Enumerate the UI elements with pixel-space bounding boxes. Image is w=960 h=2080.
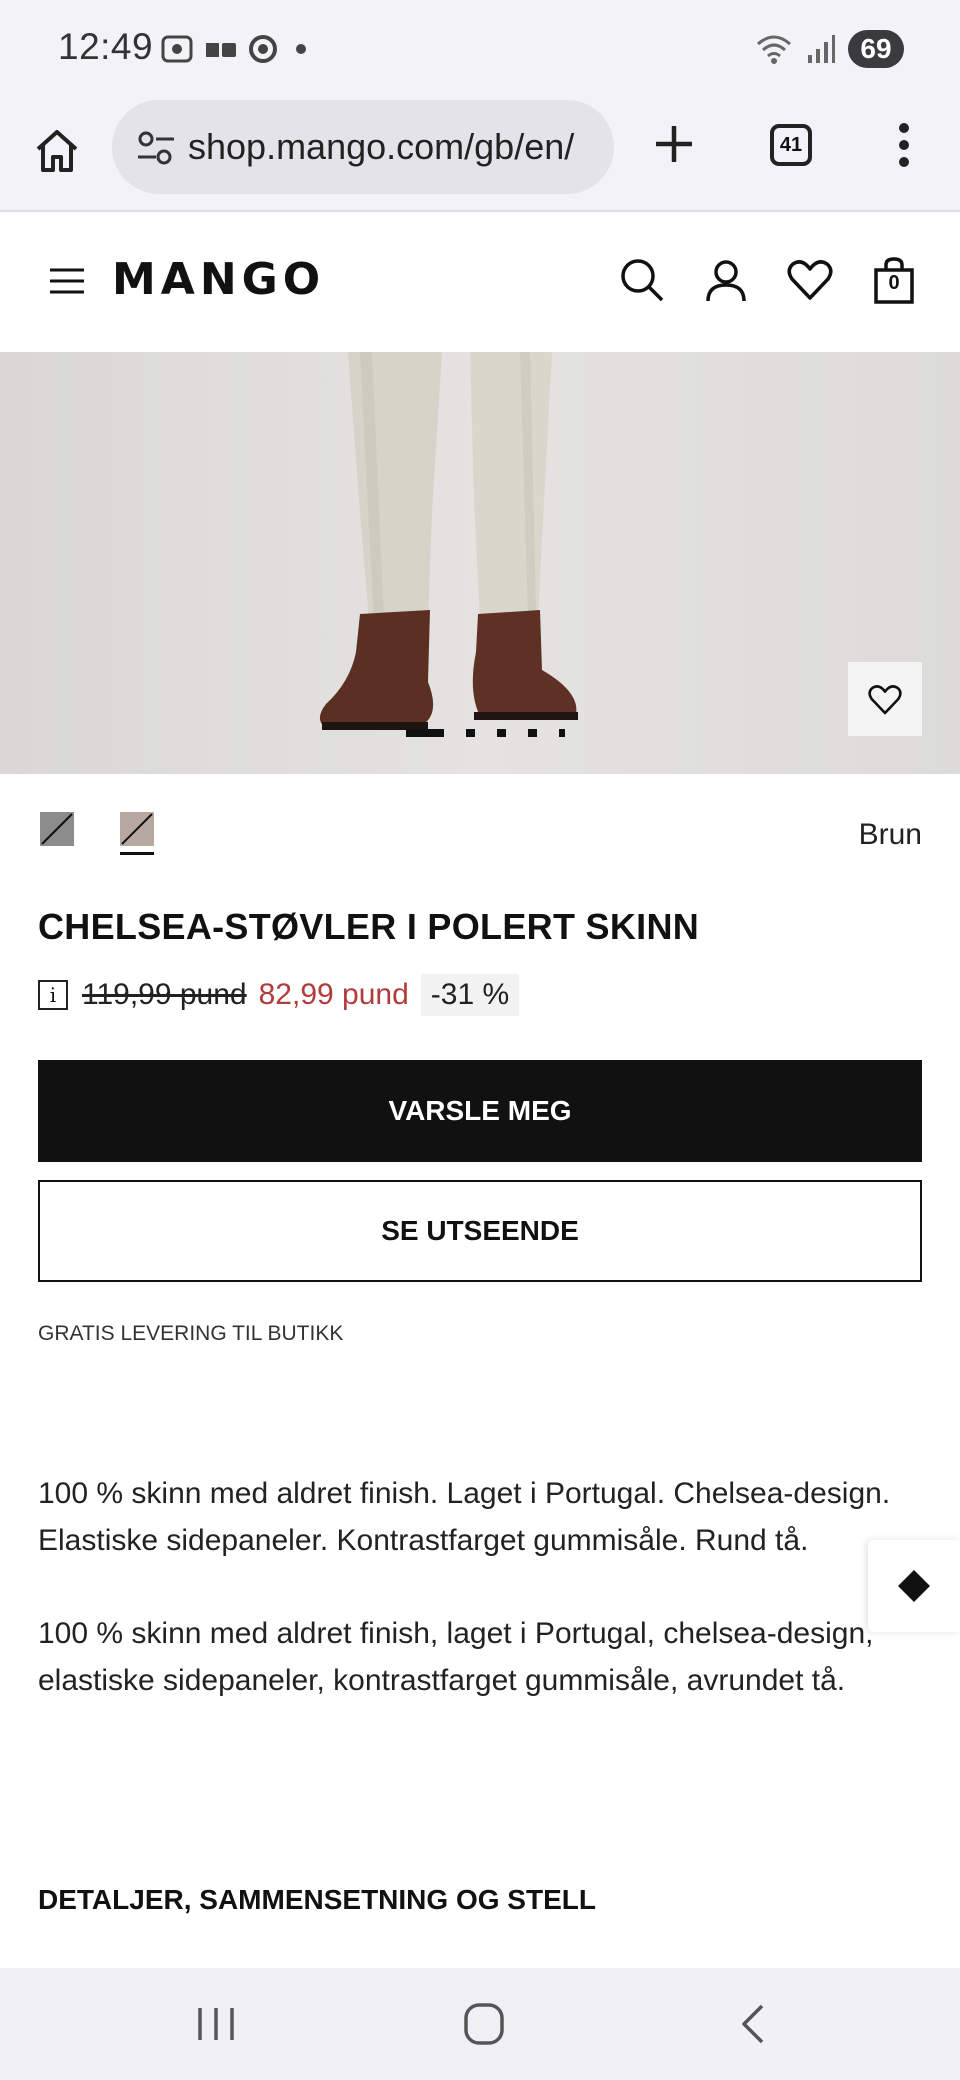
wifi-icon: [757, 35, 791, 64]
chrome-icon: [249, 35, 277, 63]
notify-me-button[interactable]: VARSLE MEG: [38, 1060, 922, 1162]
details-section-heading[interactable]: DETALJER, SAMMENSETNING OG STELL: [38, 1884, 596, 1916]
home-circle-icon[interactable]: [454, 1998, 514, 2050]
screenshot-icon: [161, 35, 193, 63]
logo[interactable]: MANGO: [112, 254, 325, 305]
back-icon[interactable]: [724, 1998, 784, 2050]
system-nav-bar: [0, 1968, 960, 2080]
product-title: CHELSEA-STØVLER I POLERT SKINN: [38, 906, 700, 947]
gallery-dot[interactable]: [497, 729, 506, 737]
tab-count: 41: [779, 133, 803, 156]
status-icons-left: [160, 32, 314, 66]
heart-icon: [868, 685, 902, 715]
info-icon[interactable]: i: [38, 980, 68, 1010]
image-wishlist-button[interactable]: [848, 662, 922, 736]
product-description-alt: 100 % skinn med aldret finish, laget i P…: [38, 1617, 874, 1697]
tune-icon[interactable]: [136, 128, 176, 168]
status-bar: 12:49 69: [0, 0, 960, 96]
gallery-dot[interactable]: [466, 729, 475, 737]
diamond-icon: [898, 1570, 930, 1602]
battery-icon: 69: [848, 30, 912, 68]
sale-price: 82,99 pund: [258, 978, 409, 1011]
bag-icon[interactable]: 0: [870, 256, 918, 304]
signal-icon: [808, 35, 835, 63]
swatch-selected-indicator: [120, 852, 154, 855]
status-icons-right: 69: [754, 28, 912, 70]
price-row: i 119,99 pund 82,99 pund -31 %: [38, 974, 520, 1016]
url-text[interactable]: shop.mango.com/gb/en/: [188, 126, 574, 168]
gallery-pagination: [406, 729, 587, 737]
gallery-dot[interactable]: [528, 729, 537, 737]
gallery-dot-active[interactable]: [406, 729, 444, 737]
product-photo: [319, 352, 578, 730]
address-bar[interactable]: shop.mango.com/gb/en/: [112, 100, 614, 194]
heart-icon[interactable]: [786, 256, 834, 304]
product-description: 100 % skinn med aldret finish. Laget i P…: [38, 1477, 891, 1557]
status-time: 12:49: [58, 26, 154, 67]
more-vert-icon[interactable]: [890, 120, 918, 170]
gallery-dot[interactable]: [559, 729, 565, 737]
menu-icon[interactable]: [48, 266, 86, 296]
old-price: 119,99 pund: [82, 978, 247, 1011]
tabs-icon[interactable]: 41: [770, 124, 812, 166]
see-look-button[interactable]: SE UTSEENDE: [38, 1180, 922, 1282]
cart-count: 0: [888, 272, 900, 294]
recents-icon[interactable]: [186, 1998, 246, 2050]
swatch-brown[interactable]: [120, 812, 154, 846]
color-name: Brun: [858, 818, 922, 851]
swatch-grey[interactable]: [40, 812, 74, 846]
delivery-note: GRATIS LEVERING TIL BUTIKK: [38, 1322, 344, 1345]
dot-icon: [296, 44, 306, 54]
home-icon[interactable]: [32, 126, 82, 176]
sim-icon: [206, 43, 236, 57]
battery-level: 69: [860, 33, 892, 64]
discount-badge: -31 %: [420, 974, 520, 1016]
site-header: MANGO 0: [0, 214, 960, 352]
search-icon[interactable]: [618, 256, 666, 304]
product-image[interactable]: [0, 352, 960, 774]
browser-toolbar: shop.mango.com/gb/en/ 41: [0, 96, 960, 212]
account-icon[interactable]: [702, 256, 750, 304]
plus-icon[interactable]: [650, 120, 698, 168]
floating-action-button[interactable]: [868, 1540, 960, 1632]
